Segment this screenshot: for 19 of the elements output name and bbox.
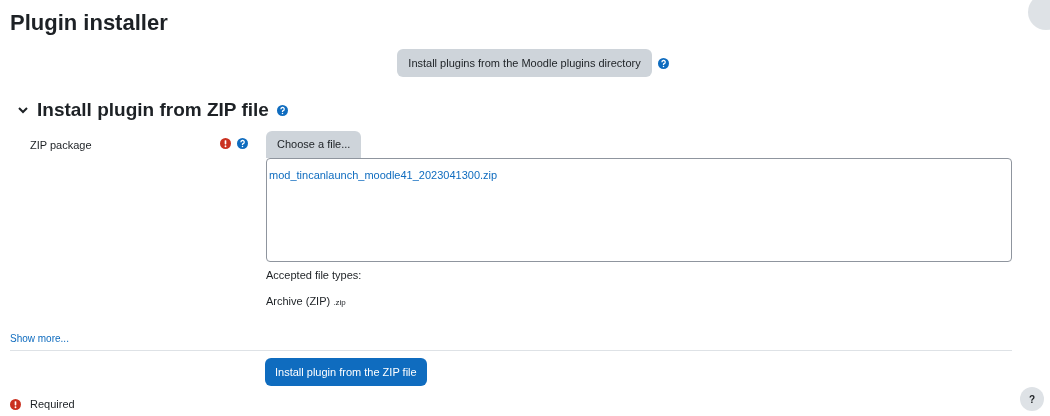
directory-button[interactable]: Install plugins from the Moodle plugins directory [397, 49, 652, 77]
file-type: Archive (ZIP) [266, 293, 331, 309]
file-extension: .zip [333, 296, 346, 309]
choose-file-button[interactable]: Choose a file... [266, 131, 362, 158]
required-note: Required [30, 397, 75, 412]
section-title[interactable]: Install plugin from ZIP file [37, 99, 269, 121]
field-label: ZIP package [30, 138, 93, 153]
required-icon [10, 398, 21, 410]
show-more-link[interactable]: Show more... [10, 333, 69, 344]
install-button[interactable]: Install plugin from the ZIP file [265, 358, 427, 386]
help-icon[interactable] [657, 57, 669, 69]
help-button[interactable]: ? [1020, 387, 1044, 411]
help-icon[interactable] [237, 138, 248, 149]
accepted-types-label: Accepted file types: [266, 268, 363, 283]
file-name-link[interactable]: mod_tincanlaunch_moodle41_2023041300.zip [269, 169, 498, 181]
page-title: Plugin installer [10, 10, 168, 36]
chevron-icon[interactable] [17, 104, 29, 116]
file-drop-area[interactable]: mod_tincanlaunch_moodle41_2023041300.zip [266, 158, 1012, 262]
help-icon[interactable] [276, 104, 288, 116]
